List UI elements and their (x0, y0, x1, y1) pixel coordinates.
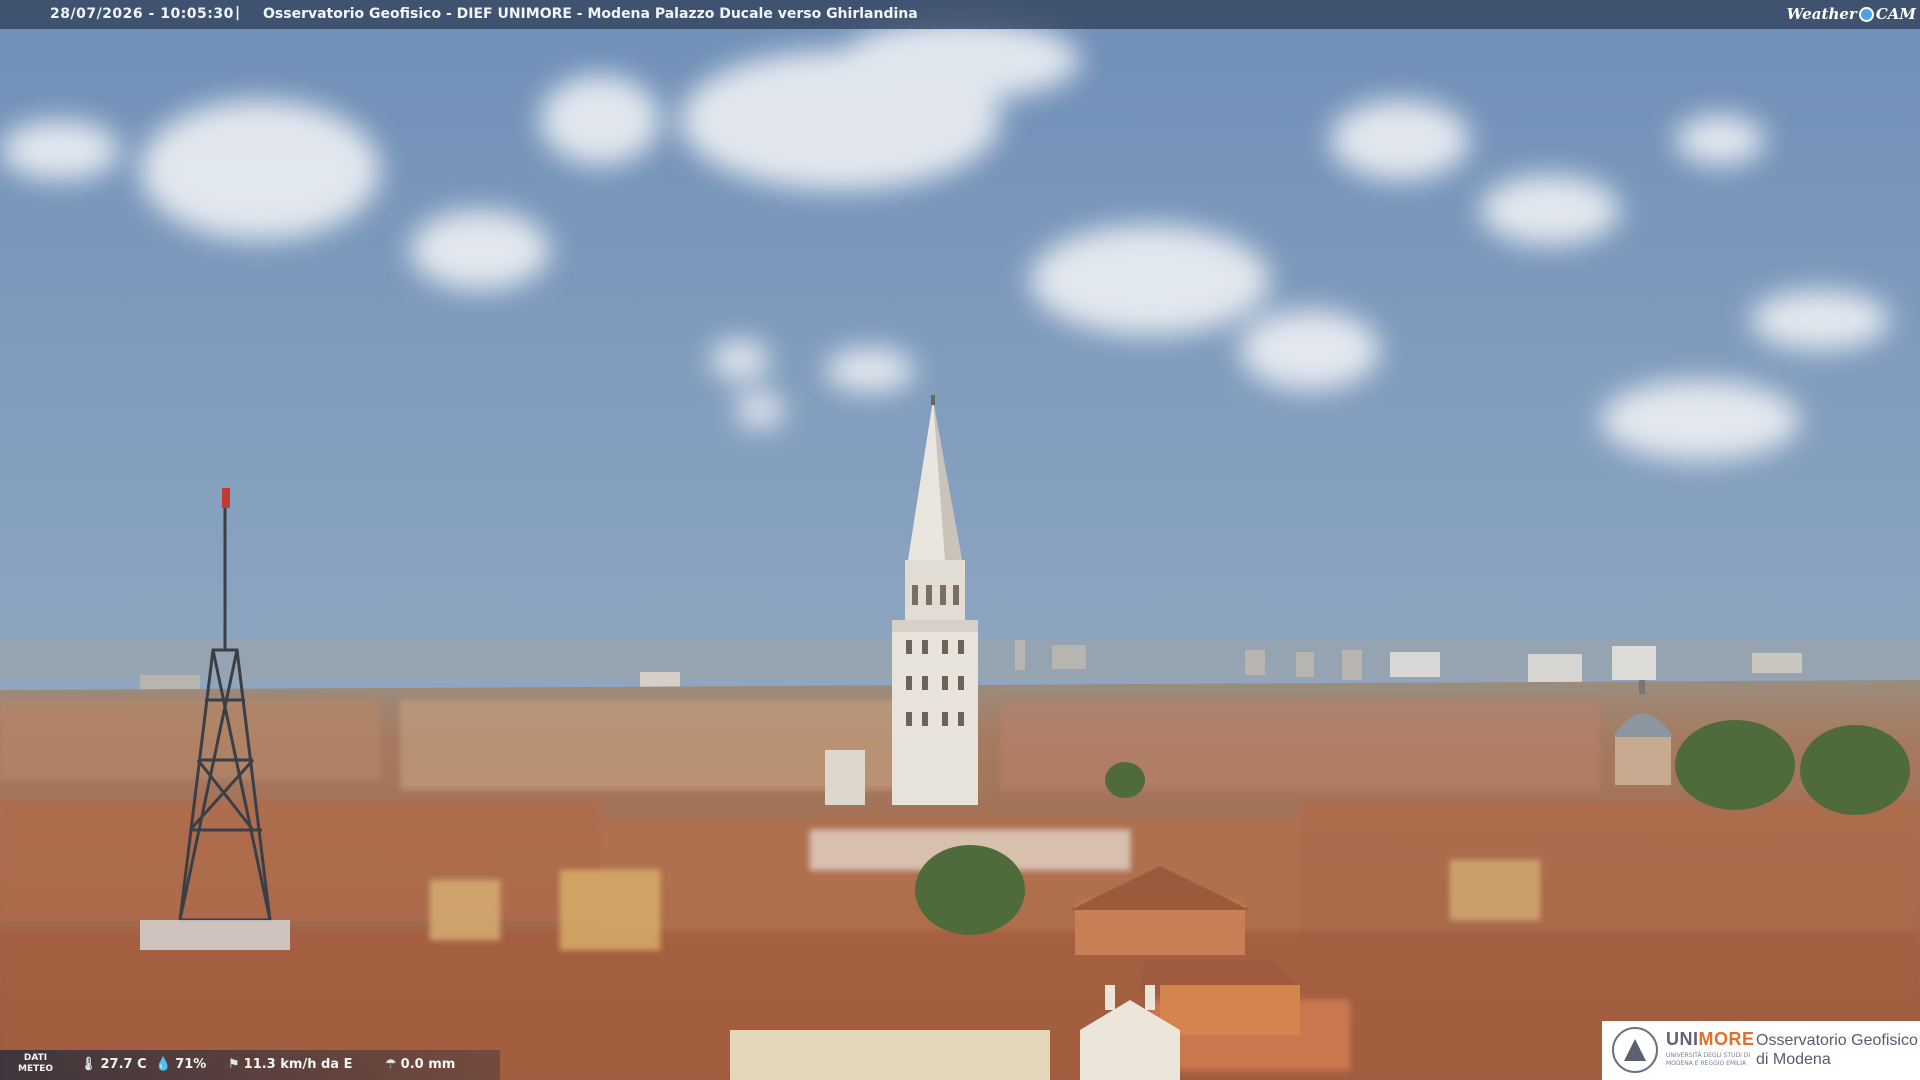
weather-label-top: DATI (23, 1053, 48, 1063)
temperature-value: 27.7 C (100, 1057, 147, 1072)
timestamp: 28/07/2026 - 10:05:30 (50, 6, 234, 22)
observatory-line-2: di Modena (1756, 1051, 1831, 1068)
temperature-reading: 🌡 27.7 C (80, 1057, 147, 1072)
weather-data-bar: DATI METEO 🌡 27.7 C 💧 71% ⚑ 11.3 km/h da… (0, 1050, 500, 1080)
weathercam-logo: Weather CAM (1787, 2, 1916, 26)
rain-icon: ☂ (385, 1057, 397, 1072)
antenna-base (140, 920, 290, 950)
camera-caption: Osservatorio Geofisico - DIEF UNIMORE - … (263, 6, 918, 22)
rain-value: 0.0 mm (400, 1057, 456, 1072)
humidity-icon: 💧 (155, 1057, 172, 1072)
city-panorama-photo (0, 0, 1920, 1080)
unimore-wordmark-more: MORE (1698, 1029, 1755, 1049)
unimore-wordmark-uni: UNI (1666, 1029, 1699, 1049)
rain-reading: ☂ 0.0 mm (385, 1057, 455, 1072)
thermometer-icon: 🌡 (80, 1057, 97, 1072)
weathercam-brand-left: Weather (1786, 5, 1857, 23)
weather-label: DATI METEO (18, 1053, 53, 1075)
unimore-subtitle: UNIVERSITÀ DEGLI STUDI DI MODENA E REGGI… (1666, 1052, 1751, 1067)
observatory-line-1: Osservatorio Geofisico (1756, 1032, 1918, 1049)
wind-reading: ⚑ 11.3 km/h da E (228, 1057, 352, 1072)
wind-icon: ⚑ (228, 1057, 240, 1072)
caption-separator: | (235, 5, 241, 21)
unimore-logo-box: UNIMORE UNIVERSITÀ DEGLI STUDI DI MODENA… (1602, 1021, 1920, 1080)
humidity-value: 71% (175, 1057, 207, 1072)
top-caption-bar: 28/07/2026 - 10:05:30 | Osservatorio Geo… (0, 0, 1920, 29)
weathercam-brand-right: CAM (1875, 5, 1916, 23)
university-seal-icon (1612, 1027, 1658, 1073)
wind-value: 11.3 km/h da E (243, 1057, 353, 1072)
antenna-red-tip (222, 488, 230, 508)
unimore-wordmark: UNIMORE (1666, 1029, 1755, 1050)
observatory-name: Osservatorio Geofisico di Modena (1756, 1031, 1918, 1069)
weather-label-bottom: METEO (18, 1064, 54, 1074)
camera-eye-icon (1858, 6, 1874, 22)
humidity-reading: 💧 71% (155, 1057, 206, 1072)
